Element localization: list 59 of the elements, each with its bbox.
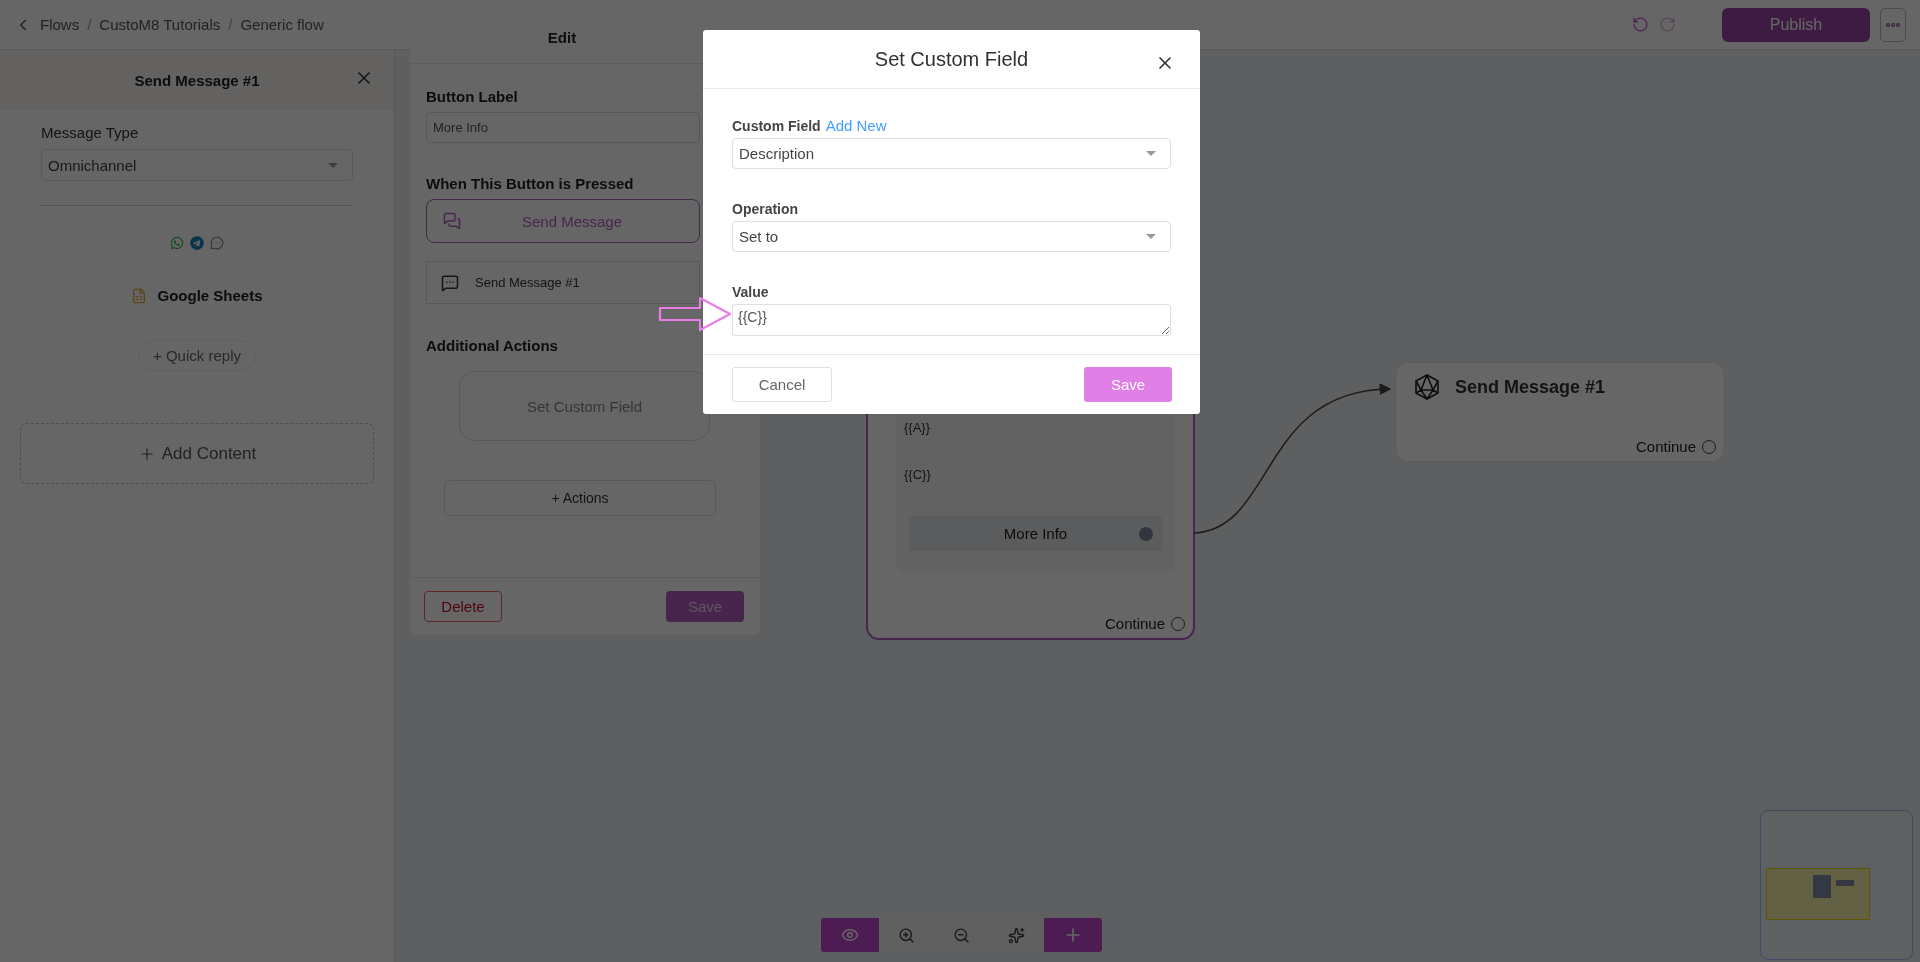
variable-text: {{C}} (904, 467, 932, 484)
chat-bubble-icon (441, 273, 459, 292)
output-label: Continue (1104, 615, 1165, 632)
value-field[interactable]: {{C}} (732, 304, 1171, 336)
spreadsheet-icon (131, 287, 148, 304)
redo-icon (1659, 16, 1676, 33)
breadcrumb-link[interactable]: Flows (40, 16, 80, 33)
quick-reply-button[interactable]: + Quick reply (138, 340, 256, 371)
telegram-icon (190, 236, 204, 250)
field-label: Message Type (41, 124, 140, 141)
breadcrumb-separator: / (228, 16, 233, 33)
node-button[interactable]: More Info (909, 516, 1162, 551)
zoom-in-icon (898, 926, 915, 944)
breadcrumb-link[interactable]: Generic flow (240, 16, 324, 33)
polyhedron-icon (1413, 373, 1441, 401)
minimap[interactable] (1760, 810, 1913, 960)
save-button[interactable]: Save (1084, 367, 1172, 402)
chat-bubble-icon (210, 236, 224, 250)
add-button[interactable] (1044, 918, 1102, 952)
add-actions-button[interactable]: + Actions (444, 480, 716, 516)
eye-icon (841, 926, 859, 944)
whatsapp-icon (170, 236, 184, 250)
output-port[interactable] (1139, 527, 1153, 541)
undo-icon (1632, 16, 1649, 33)
section-label: Additional Actions (426, 337, 559, 354)
publish-button[interactable]: Publish (1722, 7, 1870, 42)
dialog-title: Set Custom Field (874, 47, 1029, 71)
delete-button[interactable]: Delete (424, 591, 502, 622)
panel-title: Send Message #1 (134, 71, 260, 89)
button-label-field[interactable]: More Info (426, 112, 700, 143)
preview-button[interactable] (821, 918, 879, 952)
breadcrumb-separator: / (87, 16, 92, 33)
add-content-button[interactable]: Add Content (20, 423, 374, 484)
select-field[interactable]: Description (732, 138, 1171, 169)
breadcrumb-link[interactable]: CustoM8 Tutorials (99, 16, 221, 33)
integration-label: Google Sheets (157, 287, 263, 304)
add-new-link[interactable]: Add New (825, 117, 887, 134)
more-icon (1886, 22, 1900, 27)
minimap-viewport[interactable] (1766, 868, 1870, 920)
cancel-button[interactable]: Cancel (732, 367, 832, 402)
field-label: Custom Field (732, 118, 821, 134)
field-label: Value (732, 284, 769, 300)
node-title: Send Message #1 (1455, 377, 1606, 398)
output-label: Continue (1635, 438, 1696, 455)
field-label: Operation (732, 201, 799, 217)
output-port[interactable] (1702, 439, 1716, 454)
chat-bubbles-icon (443, 212, 461, 230)
section-label: When This Button is Pressed (426, 175, 635, 192)
field-label: Button Label (426, 88, 519, 105)
target-selector[interactable]: Send Message #1 (426, 261, 700, 304)
zoom-out-icon (953, 926, 970, 944)
variable-text: {{A}} (904, 420, 932, 437)
more-button[interactable] (1880, 7, 1906, 42)
message-type-select[interactable]: Omnichannel (41, 149, 353, 181)
message-node[interactable]: Send Message #1 Continue (1395, 362, 1725, 462)
action-type-button[interactable]: Send Message (426, 199, 700, 243)
sparkles-icon (1008, 926, 1025, 944)
output-port[interactable] (1171, 616, 1185, 631)
select-field[interactable]: Set to (732, 221, 1171, 252)
